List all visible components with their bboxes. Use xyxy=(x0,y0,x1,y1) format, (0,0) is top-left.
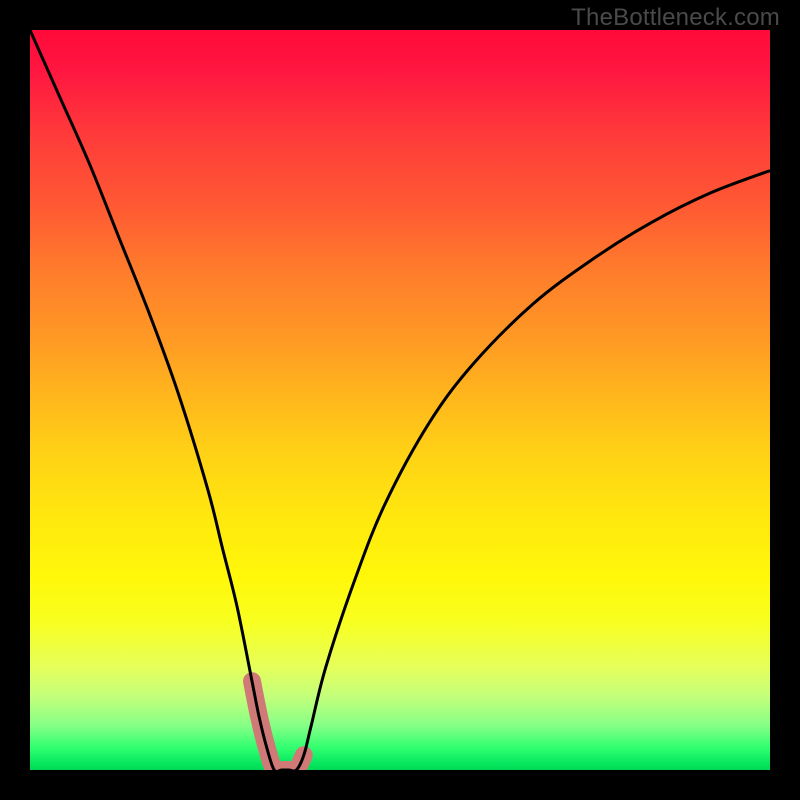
plot-area xyxy=(30,30,770,770)
watermark-text: TheBottleneck.com xyxy=(571,4,780,32)
bottleneck-curve xyxy=(30,30,770,770)
chart-frame: TheBottleneck.com xyxy=(0,0,800,800)
main-curve xyxy=(30,30,770,770)
